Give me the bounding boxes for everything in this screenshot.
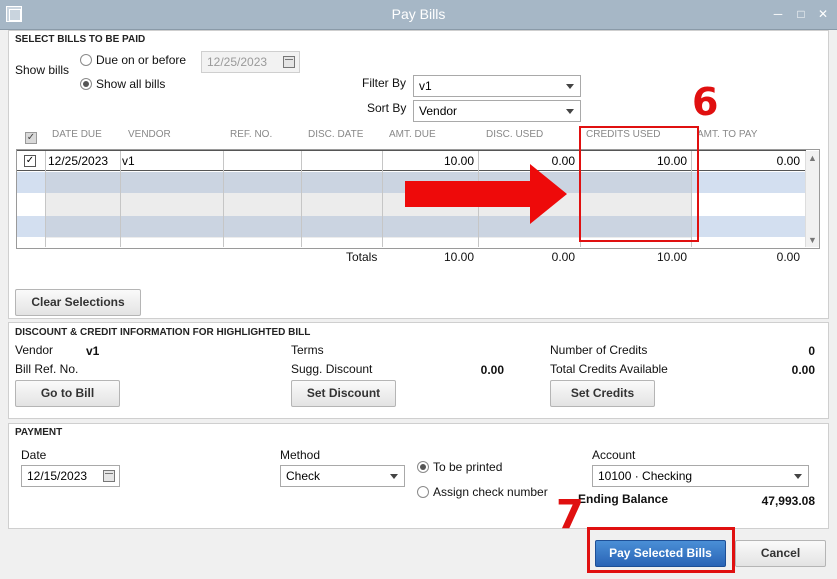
set-credits-button[interactable]: Set Credits	[550, 380, 655, 407]
annotation-step-7: 7	[556, 492, 584, 538]
window-title: Pay Bills	[391, 6, 446, 22]
account-value: 10100 · Checking	[598, 469, 693, 483]
grid-scrollbar[interactable]: ▲ ▼	[805, 151, 819, 247]
column-header-disc-date[interactable]: DISC. DATE	[308, 129, 363, 147]
sugg-discount-value: 0.00	[480, 363, 504, 377]
filter-by-value: v1	[419, 79, 432, 93]
show-all-bills-label: Show all bills	[96, 77, 166, 91]
chevron-down-icon	[390, 474, 398, 479]
num-credits-label: Number of Credits	[550, 343, 648, 357]
column-header-ref-no[interactable]: REF. NO.	[230, 129, 272, 147]
cell-amt-to-pay: 0.00	[776, 154, 800, 168]
column-divider	[382, 151, 383, 247]
total-amt-due: 10.00	[443, 250, 474, 264]
annotation-box-credits-used	[579, 126, 699, 242]
column-divider	[301, 151, 302, 247]
total-credits-label: Total Credits Available	[550, 362, 668, 376]
payment-date-label: Date	[21, 448, 47, 462]
calendar-icon[interactable]	[283, 56, 295, 68]
method-dropdown[interactable]: Check	[280, 465, 405, 487]
minimize-icon[interactable]: ─	[770, 6, 786, 22]
scroll-up-icon[interactable]: ▲	[808, 153, 817, 163]
to-be-printed-radio[interactable]	[417, 461, 429, 473]
cancel-button[interactable]: Cancel	[735, 540, 826, 567]
terms-label: Terms	[291, 343, 324, 357]
go-to-bill-button[interactable]: Go to Bill	[15, 380, 120, 407]
account-dropdown[interactable]: 10100 · Checking	[592, 465, 809, 487]
ending-balance-label: Ending Balance	[578, 492, 669, 506]
column-header-amt-due[interactable]: AMT. DUE	[389, 129, 436, 147]
ending-balance-value: 47,993.08	[761, 494, 815, 508]
cell-date-due: 12/25/2023	[48, 154, 109, 168]
vendor-label: Vendor	[15, 343, 54, 357]
column-divider	[223, 151, 224, 247]
chevron-down-icon	[566, 109, 574, 114]
column-header-amt-to-pay[interactable]: AMT. TO PAY	[697, 129, 757, 147]
num-credits-value: 0	[808, 344, 815, 358]
payment-date-field[interactable]: 12/15/2023	[21, 465, 120, 487]
close-icon[interactable]: ✕	[815, 6, 831, 22]
set-discount-button[interactable]: Set Discount	[291, 380, 396, 407]
sort-by-value: Vendor	[419, 104, 458, 118]
method-label: Method	[280, 448, 321, 462]
scroll-down-icon[interactable]: ▼	[808, 235, 817, 245]
method-value: Check	[286, 469, 321, 483]
column-divider	[45, 151, 46, 247]
totals-label: Totals	[346, 250, 378, 264]
total-amt-to-pay: 0.00	[776, 250, 800, 264]
column-header-date-due[interactable]: DATE DUE	[52, 129, 102, 147]
annotation-step-6: 6	[692, 80, 719, 124]
total-credits-used: 10.00	[656, 250, 687, 264]
show-all-bills-radio[interactable]	[80, 78, 92, 90]
select-bills-section-title: SELECT BILLS TO BE PAID	[15, 34, 146, 45]
maximize-icon[interactable]: □	[793, 6, 809, 22]
to-be-printed-label: To be printed	[433, 460, 503, 474]
sort-by-dropdown[interactable]: Vendor	[413, 100, 581, 122]
due-on-before-label: Due on or before	[96, 53, 187, 67]
column-header-vendor[interactable]: VENDOR	[128, 129, 171, 147]
due-date-field[interactable]: 12/25/2023	[201, 51, 300, 73]
row-checkbox[interactable]: ✓	[24, 155, 36, 167]
select-all-checkbox[interactable]: ✓	[25, 132, 37, 144]
vendor-value: v1	[86, 344, 100, 358]
annotation-arrow-icon	[405, 164, 567, 224]
column-divider	[120, 151, 121, 247]
show-bills-label: Show bills	[15, 63, 70, 77]
total-disc-used: 0.00	[551, 250, 575, 264]
column-header-disc-used[interactable]: DISC. USED	[486, 129, 543, 147]
clear-selections-button[interactable]: Clear Selections	[15, 289, 141, 316]
title-bar: Pay Bills ─ □ ✕	[0, 0, 837, 30]
annotation-box-pay-button	[587, 527, 735, 573]
payment-section-title: PAYMENT	[15, 427, 63, 438]
due-on-before-radio[interactable]	[80, 54, 92, 66]
assign-check-radio[interactable]	[417, 486, 429, 498]
chevron-down-icon	[794, 474, 802, 479]
total-credits-value: 0.00	[791, 363, 815, 377]
sort-by-label: Sort By	[367, 101, 407, 115]
bill-ref-label: Bill Ref. No.	[15, 362, 79, 376]
filter-by-dropdown[interactable]: v1	[413, 75, 581, 97]
account-label: Account	[592, 448, 636, 462]
sugg-discount-label: Sugg. Discount	[291, 362, 373, 376]
discount-credit-section-title: DISCOUNT & CREDIT INFORMATION FOR HIGHLI…	[15, 327, 311, 338]
calendar-icon[interactable]	[103, 470, 115, 482]
due-date-value: 12/25/2023	[207, 55, 268, 69]
payment-date-value: 12/15/2023	[27, 469, 88, 483]
filter-by-label: Filter By	[362, 76, 407, 90]
assign-check-label: Assign check number	[433, 485, 548, 499]
chevron-down-icon	[566, 84, 574, 89]
cell-vendor: v1	[122, 154, 135, 168]
